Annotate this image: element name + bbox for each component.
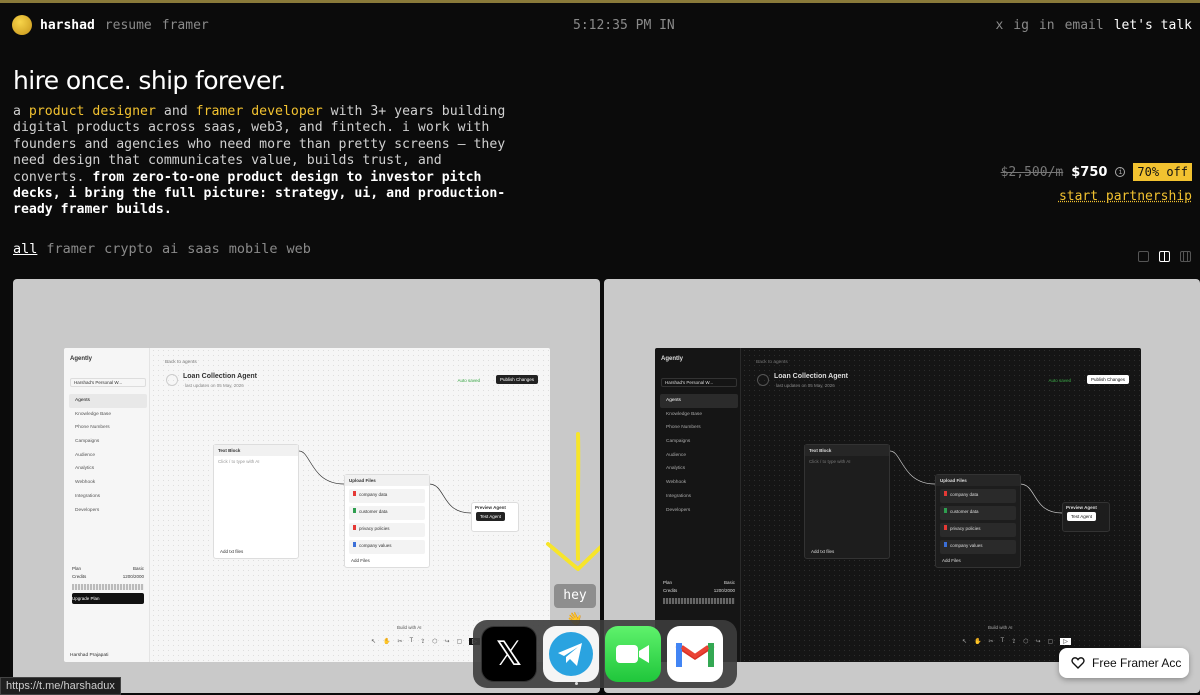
start-partnership-link[interactable]: start partnership (1059, 189, 1192, 204)
nav-analytics: Analytics (75, 466, 95, 472)
credits-bar (72, 584, 144, 590)
canvas-toolbar: ↖✋✂T⇪⬡↪▢▷ (371, 634, 480, 648)
nav-framer[interactable]: framer (162, 18, 209, 33)
hey-bubble: hey 👋 (554, 584, 596, 627)
site-header: harshad resume framer 5:12:35 PM IN x ig… (12, 14, 1192, 36)
app-mock-dark: Agently Harshad's Personal W... Agents K… (655, 348, 1141, 662)
link-in[interactable]: in (1039, 18, 1055, 33)
nav-phone-numbers: Phone Numbers (75, 425, 110, 431)
pricing: $2,500/m $750 i 70% off (1001, 163, 1192, 181)
yellow-arrow-icon (546, 432, 600, 571)
info-icon[interactable]: i (1115, 167, 1126, 177)
workspace-select: Harshad's Personal W... (70, 378, 146, 387)
local-clock: 5:12:35 PM IN (573, 17, 675, 33)
x-app-icon[interactable]: 𝕏 (481, 626, 537, 682)
filter-ai[interactable]: ai (162, 241, 178, 257)
single-column-icon[interactable] (1138, 251, 1149, 262)
brand-name[interactable]: harshad (40, 18, 95, 33)
workflow-canvas: Back to agents Loan Collection Agent las… (151, 348, 550, 662)
two-column-icon[interactable] (1159, 251, 1170, 262)
social-links: x ig in email let's talk (995, 18, 1192, 33)
filter-web[interactable]: web (287, 241, 311, 257)
nav-audience: Audience (75, 452, 96, 458)
highlight-product-designer: product designer (28, 104, 156, 119)
filter-crypto[interactable]: crypto (104, 241, 153, 257)
nav-resume[interactable]: resume (105, 18, 152, 33)
top-accent-line (0, 0, 1200, 3)
plan-box: Plan Basic Credits 1200/2000 Upgrade Plan (72, 566, 144, 607)
link-ig[interactable]: ig (1013, 18, 1029, 33)
discount-badge: 70% off (1133, 163, 1192, 181)
lets-talk-link[interactable]: let's talk (1114, 18, 1192, 33)
filter-mobile[interactable]: mobile (229, 241, 278, 257)
app-dock: 𝕏 (473, 620, 737, 688)
new-price: $750 (1071, 164, 1108, 180)
filter-framer[interactable]: framer (46, 241, 95, 257)
free-framer-button[interactable]: Free Framer Acc (1059, 648, 1189, 678)
upgrade-button: Upgrade Plan (72, 593, 144, 604)
text-block-node: Text Block Click / to type with AI Add t… (213, 444, 299, 559)
workflow-canvas-dark: Back to agents Loan Collection Agent las… (742, 348, 1141, 662)
three-column-icon[interactable] (1180, 251, 1191, 262)
filter-all[interactable]: all (13, 241, 37, 257)
hero-title: hire once. ship forever. (13, 66, 286, 95)
telegram-icon[interactable] (543, 626, 599, 682)
facetime-icon[interactable] (605, 626, 661, 682)
hero-bio: a product designer and framer developer … (13, 104, 506, 218)
filter-saas[interactable]: saas (187, 241, 220, 257)
nav-agents: Agents (69, 394, 147, 408)
nav-knowledge-base: Knowledge Base (75, 411, 112, 417)
grid-view-toggle (1138, 251, 1191, 262)
gmail-icon[interactable] (667, 626, 723, 682)
link-email[interactable]: email (1065, 18, 1104, 33)
app-sidebar-dark: Agently Harshad's Personal W... Agents K… (655, 348, 741, 662)
link-x[interactable]: x (995, 18, 1003, 33)
preview-agent-node: Preview Agent Test Agent (471, 502, 519, 532)
nav-campaigns: Campaigns (75, 439, 100, 445)
nav-webhook: Webhook (75, 480, 96, 486)
user-name: Harshad Prajapati (70, 653, 109, 658)
app-sidebar: Agently Harshad's Personal W... Agents K… (64, 348, 150, 662)
app-mock-light: Agently Harshad's Personal W... Agents K… (64, 348, 550, 662)
avatar-logo[interactable] (12, 15, 32, 35)
nav-developers: Developers (75, 507, 100, 513)
nav-integrations: Integrations (75, 493, 101, 499)
filter-tabs: all framer crypto ai saas mobile web (13, 241, 311, 257)
upload-files-node: Upload Files company data customer data … (344, 474, 430, 568)
link-status-bar: https://t.me/harshadux (0, 677, 121, 695)
highlight-framer-developer: framer developer (195, 104, 323, 119)
old-price: $2,500/m (1000, 164, 1064, 180)
app-name: Agently (70, 356, 93, 362)
heart-icon (1071, 657, 1085, 669)
dock-running-indicator (575, 682, 578, 685)
build-with-ai: Build with AI (397, 625, 422, 630)
app-nav: Agents Knowledge Base Phone Numbers Camp… (69, 394, 147, 517)
